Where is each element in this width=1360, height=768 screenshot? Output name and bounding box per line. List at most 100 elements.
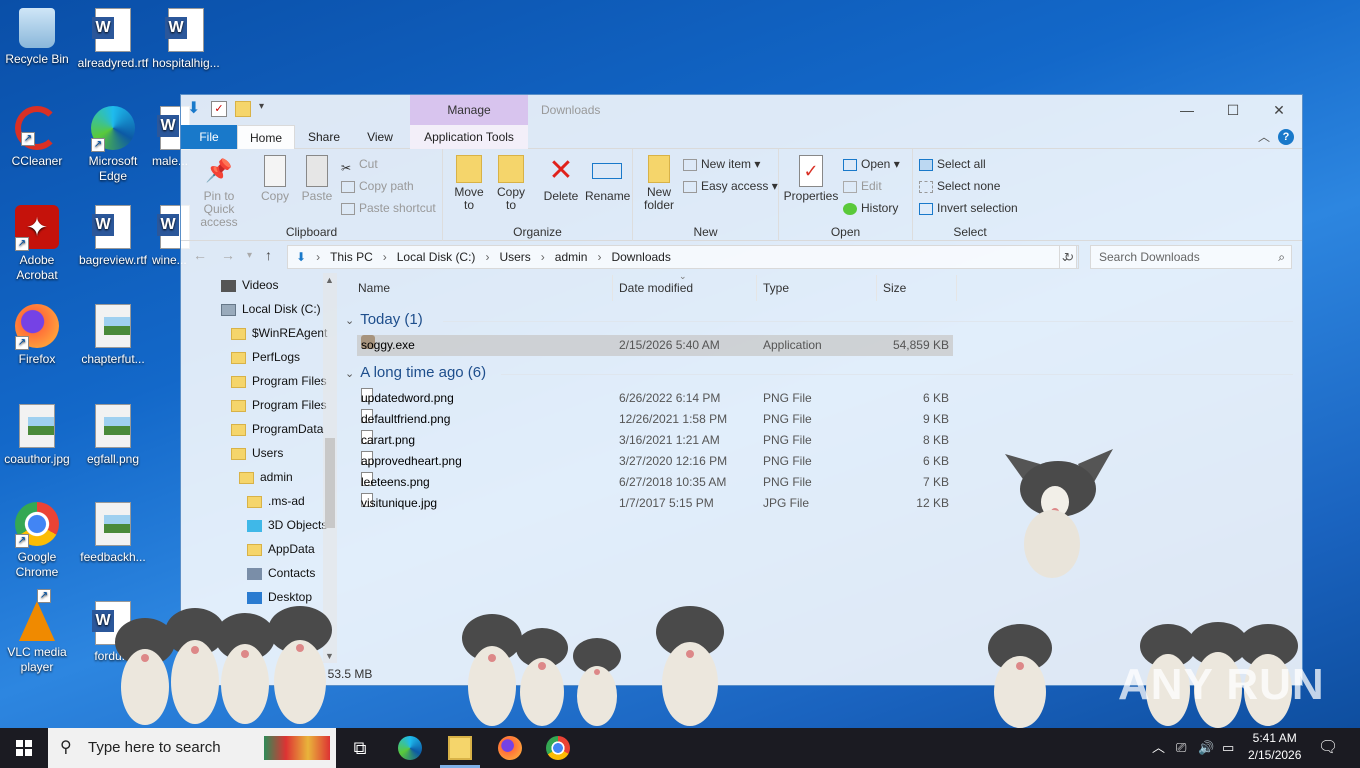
desktop-icon-firefox[interactable]: Firefox	[0, 304, 76, 367]
breadcrumb-users[interactable]: Users	[499, 250, 530, 264]
edit-button[interactable]: Edit	[843, 177, 882, 195]
meet-now-icon[interactable]: ⎚	[1176, 728, 1186, 768]
copy-to-button[interactable]: Copy to	[491, 155, 531, 212]
recent-locations-icon[interactable]: ▾	[247, 250, 252, 261]
breadcrumb-local-disk[interactable]: Local Disk (C:)	[397, 250, 476, 264]
collapse-ribbon-icon[interactable]: ︿	[1258, 128, 1270, 145]
show-hidden-icons-icon[interactable]: ︿	[1152, 728, 1165, 768]
new-folder-icon[interactable]	[235, 101, 251, 117]
nav-item-3d-objects[interactable]: 3D Objects	[247, 513, 327, 537]
tab-home[interactable]: Home	[237, 125, 295, 149]
file-row[interactable]: defaultfriend.png 12/26/2021 1:58 PM PNG…	[357, 409, 953, 430]
help-icon[interactable]: ?	[1278, 128, 1294, 145]
breadcrumb-downloads[interactable]: Downloads	[611, 250, 670, 264]
nav-item-videos[interactable]: Videos	[221, 273, 278, 297]
desktop-icon-ccleaner[interactable]: CCleaner	[0, 106, 76, 169]
paste-shortcut-button[interactable]: Paste shortcut	[341, 199, 436, 217]
file-row[interactable]: leeteens.png 6/27/2018 10:35 AM PNG File…	[357, 472, 953, 493]
nav-item-local-disk[interactable]: Local Disk (C:)	[221, 297, 321, 321]
file-row[interactable]: approvedheart.png 3/27/2020 12:16 PM PNG…	[357, 451, 953, 472]
group-header-long-ago[interactable]: ⌄ A long time ago (6)	[345, 364, 486, 381]
network-icon[interactable]: ▭	[1222, 728, 1234, 768]
column-divider[interactable]	[756, 275, 757, 301]
tab-application-tools[interactable]: Application Tools	[410, 125, 528, 149]
paste-button[interactable]: Paste	[297, 155, 337, 203]
open-button[interactable]: Open ▾	[843, 155, 900, 173]
file-row[interactable]: updatedword.png 6/26/2022 6:14 PM PNG Fi…	[357, 388, 953, 409]
delete-button[interactable]: ✕ Delete	[539, 155, 583, 203]
move-to-button[interactable]: Move to	[449, 155, 489, 212]
new-folder-button[interactable]: New folder	[637, 155, 681, 212]
nav-item-program-files-x86[interactable]: Program Files	[231, 393, 327, 417]
desktop-icon-coauthor[interactable]: coauthor.jpg	[0, 404, 76, 467]
desktop-icon-acrobat[interactable]: ✦ Adobe Acrobat	[0, 205, 76, 283]
close-button[interactable]: ✕	[1256, 95, 1302, 125]
file-row[interactable]: carart.png 3/16/2021 1:21 AM PNG File 8 …	[357, 430, 953, 451]
file-row-soggy[interactable]: soggy.exe 2/15/2026 5:40 AM Application …	[357, 335, 953, 356]
desktop-icon-chrome[interactable]: Google Chrome	[0, 502, 76, 580]
file-explorer-taskbar-icon[interactable]	[448, 736, 472, 760]
nav-item-winreagent[interactable]: $WinREAgent	[231, 321, 327, 345]
nav-item-admin[interactable]: admin	[239, 465, 293, 489]
desktop-icon-male[interactable]: male...	[140, 106, 190, 169]
new-item-button[interactable]: New item ▾	[683, 155, 760, 173]
minimize-button[interactable]: —	[1164, 95, 1210, 125]
breadcrumb-this-pc[interactable]: This PC	[330, 250, 373, 264]
desktop-icon-alreadyred[interactable]: alreadyred.rtf	[74, 8, 152, 71]
address-bar[interactable]: ⬇ › This PC › Local Disk (C:) › Users › …	[287, 245, 1077, 269]
nav-item-programdata[interactable]: ProgramData	[231, 417, 323, 441]
pin-to-quick-access-button[interactable]: 📌 Pin to Quick access	[187, 155, 251, 229]
nav-item-ms-ad[interactable]: .ms-ad	[247, 489, 305, 513]
easy-access-button[interactable]: Easy access ▾	[683, 177, 778, 195]
maximize-button[interactable]: ☐	[1210, 95, 1256, 125]
tab-file[interactable]: File	[181, 125, 237, 149]
desktop-icon-recycle-bin[interactable]: Recycle Bin	[0, 8, 76, 67]
notifications-icon[interactable]: 🗨	[1318, 728, 1338, 768]
tab-view[interactable]: View	[353, 125, 407, 149]
manage-tab[interactable]: Manage	[410, 95, 528, 125]
search-box[interactable]: Search Downloads ⌕	[1090, 245, 1292, 269]
volume-icon[interactable]: 🔊	[1198, 728, 1214, 768]
desktop-icon-vlc[interactable]: VLC media player	[0, 589, 76, 675]
firefox-taskbar-icon[interactable]	[498, 736, 522, 760]
column-size[interactable]: Size	[883, 281, 906, 295]
desktop-icon-wine[interactable]: wine...	[140, 205, 190, 268]
desktop-icon-chapterfut[interactable]: chapterfut...	[74, 304, 152, 367]
column-divider[interactable]	[956, 275, 957, 301]
column-divider[interactable]	[612, 275, 613, 301]
group-header-today[interactable]: ⌄ Today (1)	[345, 311, 423, 328]
select-none-button[interactable]: Select none	[919, 177, 1000, 195]
desktop-icon-egfall[interactable]: egfall.png	[74, 404, 152, 467]
scroll-up-icon[interactable]: ▲	[325, 275, 334, 285]
cut-button[interactable]: ✂ Cut	[341, 155, 378, 175]
properties-check-icon[interactable]: ✓	[211, 101, 227, 117]
column-type[interactable]: Type	[763, 281, 789, 295]
invert-selection-button[interactable]: Invert selection	[919, 199, 1018, 217]
up-arrow-icon[interactable]: ↑	[265, 247, 272, 263]
refresh-button[interactable]: ↻	[1059, 245, 1079, 269]
back-arrow-icon[interactable]: ←	[193, 247, 207, 263]
properties-button[interactable]: ✓ Properties	[783, 155, 839, 203]
chrome-taskbar-icon[interactable]	[546, 736, 570, 760]
column-divider[interactable]	[876, 275, 877, 301]
column-name[interactable]: Name	[358, 281, 390, 295]
rename-button[interactable]: Rename	[585, 155, 630, 203]
file-row[interactable]: visitunique.jpg 1/7/2017 5:15 PM JPG Fil…	[357, 493, 953, 514]
desktop-icon-hospitalhig[interactable]: hospitalhig...	[147, 8, 225, 71]
breadcrumb-admin[interactable]: admin	[555, 250, 588, 264]
history-button[interactable]: History	[843, 199, 898, 217]
nav-item-contacts[interactable]: Contacts	[247, 561, 315, 585]
select-all-button[interactable]: Select all	[919, 155, 986, 173]
copy-button[interactable]: Copy	[255, 155, 295, 203]
nav-item-perflogs[interactable]: PerfLogs	[231, 345, 300, 369]
forward-arrow-icon[interactable]: →	[221, 247, 235, 263]
copy-path-button[interactable]: Copy path	[341, 177, 414, 195]
edge-taskbar-icon[interactable]	[398, 736, 422, 760]
column-date-modified[interactable]: Date modified	[619, 281, 693, 295]
desktop-icon-feedbackh[interactable]: feedbackh...	[74, 502, 152, 565]
start-button[interactable]	[0, 728, 48, 768]
clock[interactable]: 5:41 AM 2/15/2026	[1248, 730, 1301, 764]
scrollbar-thumb[interactable]	[325, 438, 335, 528]
down-arrow-icon[interactable]: ⬇	[187, 101, 203, 117]
nav-item-users[interactable]: Users	[231, 441, 283, 465]
